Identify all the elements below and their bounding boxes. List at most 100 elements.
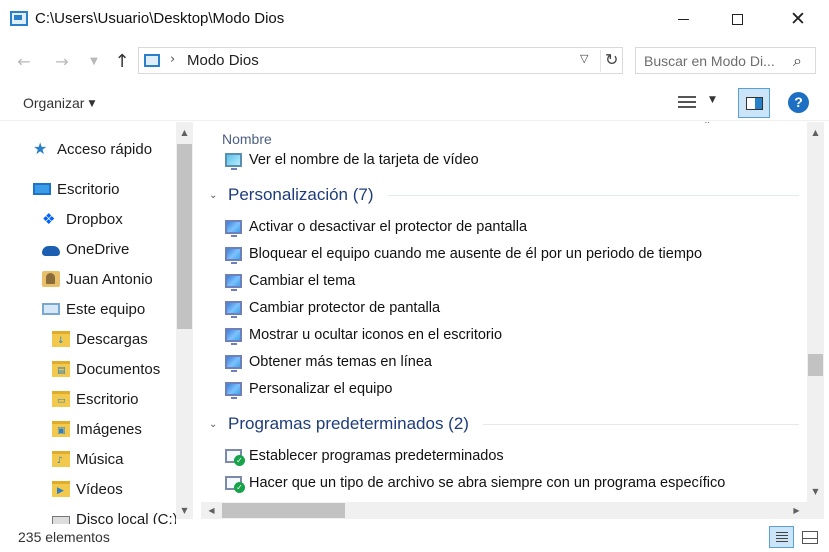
- scroll-right-icon[interactable]: ▶: [788, 502, 805, 519]
- refresh-icon[interactable]: ↻: [600, 50, 618, 72]
- scroll-up-icon[interactable]: ▲: [176, 124, 193, 141]
- chevron-down-icon: ▼: [88, 99, 96, 109]
- sidebar-item-dropbox[interactable]: ❖ Dropbox: [42, 206, 123, 232]
- navigation-pane-scrollbar[interactable]: ▲ ▼: [176, 122, 193, 519]
- breadcrumb-separator[interactable]: ›: [170, 52, 175, 67]
- display-icon: [225, 153, 242, 170]
- personalization-icon: [225, 274, 242, 291]
- list-item[interactable]: Cambiar protector de pantalla: [225, 296, 440, 320]
- list-item[interactable]: Bloquear el equipo cuando me ausente de …: [225, 242, 702, 266]
- up-arrow-icon[interactable]: ↑: [110, 49, 134, 73]
- computer-icon: [42, 303, 60, 315]
- star-icon: ★: [33, 139, 48, 158]
- item-label: Establecer programas predeterminados: [249, 448, 504, 464]
- scrollbar-thumb[interactable]: [808, 354, 823, 376]
- forward-arrow-icon[interactable]: →: [50, 49, 74, 73]
- scroll-down-icon[interactable]: ▼: [176, 502, 193, 519]
- search-input[interactable]: [644, 52, 789, 70]
- status-bar: 235 elementos: [0, 524, 829, 552]
- sidebar-item-onedrive[interactable]: OneDrive: [42, 236, 129, 262]
- item-count: 235 elementos: [18, 529, 110, 545]
- item-label: Mostrar u ocultar iconos en el escritori…: [249, 327, 503, 343]
- list-item[interactable]: Ver el nombre de la tarjeta de vídeo: [225, 148, 479, 172]
- scroll-up-icon[interactable]: ▲: [807, 124, 824, 141]
- search-icon[interactable]: ⌕: [793, 51, 802, 71]
- search-box[interactable]: ⌕: [635, 47, 816, 74]
- default-programs-icon: ✓: [225, 449, 245, 466]
- location-icon: [144, 54, 160, 67]
- sidebar-item-label: Descargas: [76, 330, 148, 348]
- sidebar-item-quick-access[interactable]: ★ Acceso rápido: [33, 136, 152, 162]
- sidebar-item-pictures[interactable]: ▣ Imágenes: [52, 416, 142, 442]
- sidebar-item-label: Dropbox: [66, 210, 123, 228]
- sidebar-item-desktop[interactable]: Escritorio: [33, 176, 120, 202]
- sidebar-item-desktop-folder[interactable]: ▭ Escritorio: [52, 386, 139, 412]
- recent-locations-chevron-icon[interactable]: ▼: [82, 49, 106, 73]
- sidebar-item-documents[interactable]: ▤ Documentos: [52, 356, 160, 382]
- personalization-icon: [225, 355, 242, 372]
- sidebar-item-label: Acceso rápido: [57, 140, 153, 158]
- personalization-icon: [225, 328, 242, 345]
- item-label: Ver el nombre de la tarjeta de vídeo: [249, 152, 479, 168]
- group-divider: [387, 194, 799, 196]
- details-view-icon: [678, 96, 696, 110]
- item-label: Cambiar el tema: [249, 273, 356, 289]
- item-label: Hacer que un tipo de archivo se abra sie…: [249, 475, 726, 491]
- sidebar-item-label: Juan Antonio: [66, 270, 153, 288]
- user-folder-icon: [42, 271, 60, 287]
- list-item[interactable]: Activar o desactivar el protector de pan…: [225, 215, 527, 239]
- sidebar-item-this-pc[interactable]: Este equipo: [42, 296, 145, 322]
- list-item[interactable]: ✓ Hacer que un tipo de archivo se abra s…: [225, 471, 725, 495]
- group-divider: [482, 423, 799, 425]
- change-view-button[interactable]: ▼: [676, 94, 720, 112]
- sidebar-item-videos[interactable]: ▶ Vídeos: [52, 476, 123, 502]
- sidebar-item-label: Imágenes: [76, 420, 142, 438]
- minimize-icon: [677, 18, 689, 20]
- sidebar-item-music[interactable]: ♪ Música: [52, 446, 124, 472]
- list-item[interactable]: Obtener más temas en línea: [225, 350, 432, 374]
- help-button[interactable]: ?: [788, 92, 809, 113]
- sidebar-item-juan-antonio[interactable]: Juan Antonio: [42, 266, 153, 292]
- sort-ascending-icon[interactable]: ⌃: [703, 122, 711, 131]
- address-field[interactable]: › Modo Dios ▽ ↻: [138, 47, 623, 74]
- preview-pane-button[interactable]: [738, 88, 770, 118]
- file-list-vertical-scrollbar[interactable]: ▲ ▼: [807, 122, 824, 502]
- group-header-personalization[interactable]: ⌄ Personalización (7): [209, 183, 799, 207]
- scroll-down-icon[interactable]: ▼: [807, 483, 824, 500]
- personalization-icon: [225, 247, 242, 264]
- personalization-icon: [225, 382, 242, 399]
- sidebar-item-local-disk[interactable]: Disco local (C:): [52, 506, 176, 526]
- organize-menu-button[interactable]: Organizar ▼: [23, 95, 95, 111]
- pictures-folder-icon: ▣: [52, 421, 70, 437]
- group-title: Programas predeterminados (2): [228, 414, 469, 433]
- scroll-left-icon[interactable]: ◀: [203, 502, 220, 519]
- desktop-icon: [33, 183, 51, 195]
- list-item[interactable]: Personalizar el equipo: [225, 377, 392, 401]
- file-list-horizontal-scrollbar[interactable]: ◀ ▶: [201, 502, 807, 519]
- documents-folder-icon: ▤: [52, 361, 70, 377]
- large-icons-view-button[interactable]: [797, 526, 822, 548]
- group-header-default-programs[interactable]: ⌄ Programas predeterminados (2): [209, 412, 799, 436]
- address-dropdown-icon[interactable]: ▽: [580, 52, 588, 65]
- item-label: Activar o desactivar el protector de pan…: [249, 219, 528, 235]
- list-item[interactable]: Cambiar el tema: [225, 269, 355, 293]
- close-button[interactable]: ✕: [775, 0, 821, 38]
- breadcrumb-current[interactable]: Modo Dios: [187, 52, 259, 69]
- file-list: ⌃ Nombre Ver el nombre de la tarjeta de …: [201, 122, 807, 499]
- maximize-button[interactable]: [714, 0, 760, 38]
- back-arrow-icon[interactable]: ←: [12, 49, 36, 73]
- scrollbar-thumb[interactable]: [222, 503, 345, 518]
- sidebar-item-downloads[interactable]: ↓ Descargas: [52, 326, 148, 352]
- minimize-button[interactable]: [660, 0, 706, 38]
- column-header-name[interactable]: Nombre: [222, 131, 272, 147]
- music-folder-icon: ♪: [52, 451, 70, 467]
- personalization-icon: [225, 301, 242, 318]
- sidebar-item-label: Vídeos: [76, 480, 123, 498]
- list-item[interactable]: ✓ Establecer programas predeterminados: [225, 444, 504, 468]
- details-view-button[interactable]: [769, 526, 794, 548]
- scrollbar-corner: [807, 502, 824, 519]
- cloud-icon: [42, 246, 60, 256]
- command-bar: Organizar ▼ ▼ ?: [0, 85, 829, 121]
- list-item[interactable]: Mostrar u ocultar iconos en el escritori…: [225, 323, 502, 347]
- scrollbar-thumb[interactable]: [177, 144, 192, 329]
